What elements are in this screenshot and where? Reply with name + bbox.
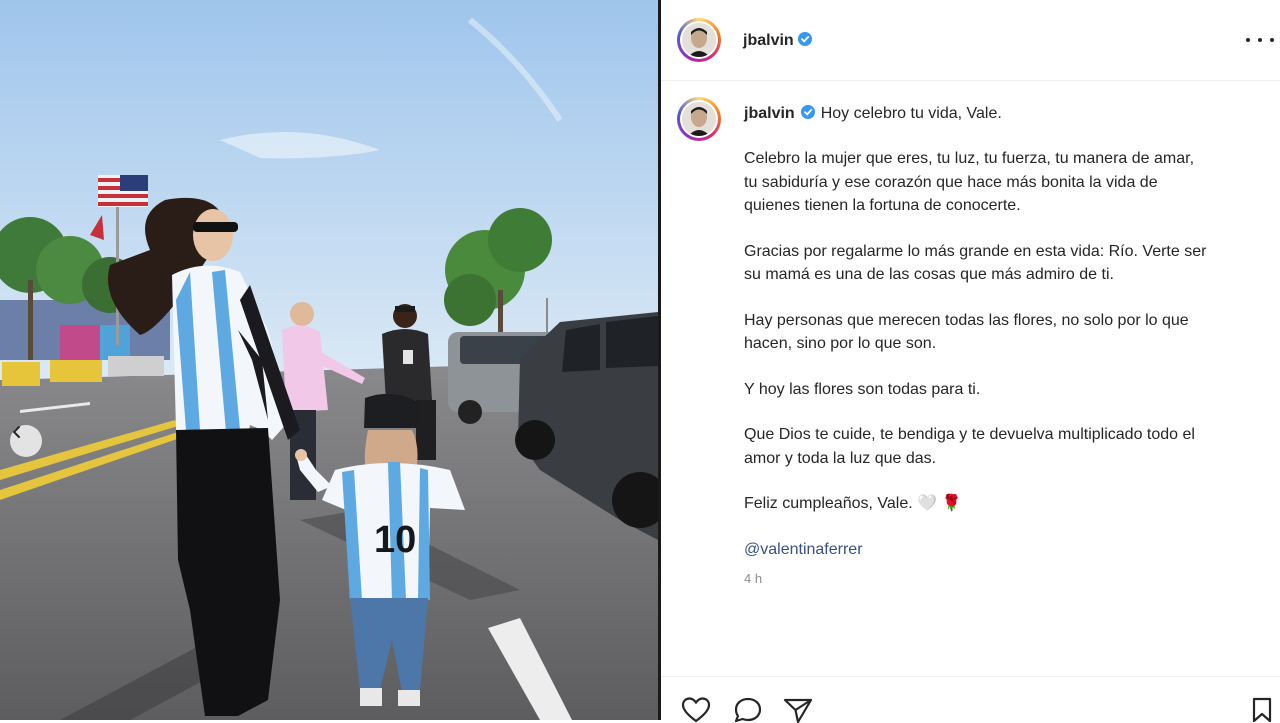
header-username[interactable]: jbalvin xyxy=(743,32,812,50)
caption-closing: Feliz cumpleaños, Vale. 🤍 🌹 xyxy=(744,495,962,512)
bookmark-icon[interactable] xyxy=(1251,697,1273,723)
post-side-panel: jbalvin jbalvin Hoy celebro tu vida, Vale… xyxy=(661,0,1280,723)
carousel-prev-button[interactable] xyxy=(10,425,42,457)
avatar[interactable] xyxy=(677,18,721,62)
more-options-icon xyxy=(1246,38,1250,42)
verified-badge-icon xyxy=(797,32,812,46)
post-timestamp[interactable]: 4 h xyxy=(744,567,1264,591)
caption-username[interactable]: jbalvin xyxy=(744,105,795,122)
action-bar xyxy=(661,676,1280,723)
mention-link[interactable]: @valentinaferrer xyxy=(744,538,1264,562)
post-photo: 10 xyxy=(0,0,658,720)
caption-paragraph: Gracias por regalarme lo más grande en e… xyxy=(744,242,1207,284)
caption: jbalvin Hoy celebro tu vida, Vale. Celebr… xyxy=(744,102,1264,591)
caption-text: Hoy celebro tu vida, Vale. xyxy=(820,105,1002,122)
jersey-number: 10 xyxy=(374,519,416,561)
more-options-button[interactable] xyxy=(1246,30,1274,50)
caption-paragraph: Que Dios te cuide, te bendiga y te devue… xyxy=(744,426,1195,467)
caption-paragraph: Hay personas que merecen todas las flore… xyxy=(744,311,1189,353)
avatar-image xyxy=(682,102,716,136)
photo-illustration: 10 xyxy=(0,0,658,720)
caption-paragraph: Y hoy las flores son todas para ti. xyxy=(744,380,981,398)
post-header: jbalvin xyxy=(661,0,1280,81)
heart-icon[interactable] xyxy=(681,697,711,723)
comment-icon[interactable] xyxy=(733,697,763,723)
avatar-image xyxy=(682,23,716,57)
caption-avatar[interactable] xyxy=(677,97,721,141)
chevron-left-icon xyxy=(12,426,20,438)
verified-badge-icon xyxy=(800,105,815,119)
caption-first-line: jbalvin Hoy celebro tu vida, Vale. xyxy=(744,102,1264,125)
caption-paragraph: Celebro la mujer que eres, tu luz, tu fu… xyxy=(744,150,1195,214)
send-icon[interactable] xyxy=(783,697,813,723)
